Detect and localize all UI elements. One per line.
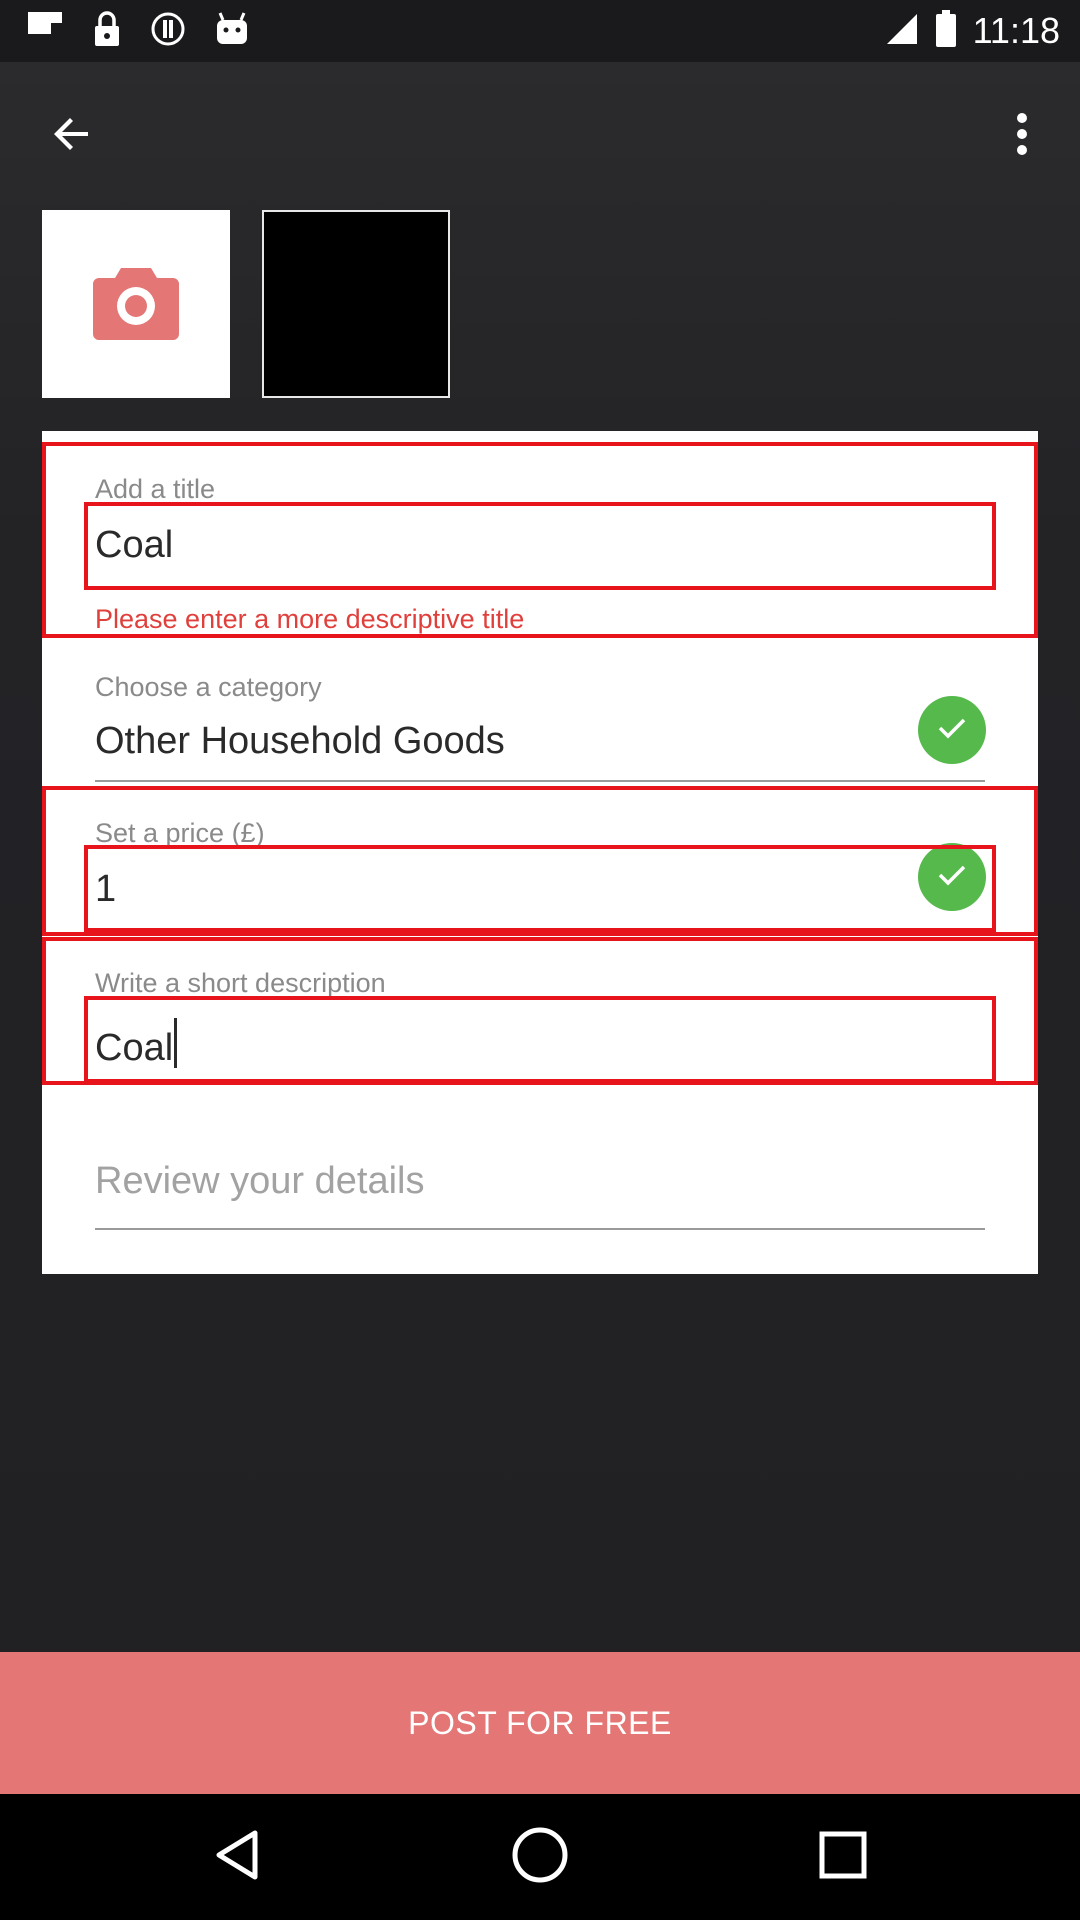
post-for-free-button[interactable]: POST FOR FREE xyxy=(0,1652,1080,1794)
listing-form-card xyxy=(42,431,1038,1274)
check-icon xyxy=(934,857,970,898)
back-triangle-icon xyxy=(211,1827,263,1888)
nav-home-button[interactable] xyxy=(507,1824,573,1890)
check-icon xyxy=(934,710,970,751)
description-label: Write a short description xyxy=(95,968,386,998)
battery-icon xyxy=(935,9,957,53)
title-label: Add a title xyxy=(95,474,216,504)
review-details-field[interactable]: Review your details xyxy=(95,1160,985,1232)
title-error-message: Please enter a more descriptive title xyxy=(95,604,525,634)
category-underline xyxy=(95,780,985,782)
flipboard-icon xyxy=(26,10,64,53)
review-underline xyxy=(95,1228,985,1230)
android-icon xyxy=(214,11,250,52)
status-icons-left xyxy=(26,10,250,52)
price-valid-indicator xyxy=(918,843,986,911)
arrow-left-icon xyxy=(48,110,96,163)
text-cursor xyxy=(174,1018,178,1068)
status-time: 11:18 xyxy=(972,10,1060,51)
category-select[interactable]: Other Household Goods xyxy=(95,720,505,763)
home-circle-icon xyxy=(510,1825,570,1890)
nav-back-button[interactable] xyxy=(204,1824,270,1890)
more-vert-icon xyxy=(1014,110,1030,163)
title-input[interactable]: Coal xyxy=(95,524,173,567)
info-icon xyxy=(150,11,186,52)
status-icons-right: 11:18 xyxy=(885,9,1060,53)
category-label: Choose a category xyxy=(95,672,322,702)
recents-square-icon xyxy=(817,1829,869,1886)
price-input[interactable]: 1 xyxy=(95,868,116,911)
photo-thumbnail[interactable] xyxy=(262,210,450,398)
signal-icon xyxy=(885,12,919,51)
more-options-button[interactable] xyxy=(1000,108,1044,164)
price-label: Set a price (£) xyxy=(95,818,265,848)
lock-icon xyxy=(92,10,122,53)
system-navigation-bar xyxy=(0,1794,1080,1920)
nav-recents-button[interactable] xyxy=(810,1824,876,1890)
camera-icon xyxy=(91,262,181,347)
category-valid-indicator xyxy=(918,696,986,764)
review-placeholder: Review your details xyxy=(95,1160,425,1202)
back-button[interactable] xyxy=(42,108,102,164)
add-photo-button[interactable] xyxy=(42,210,230,398)
description-value: Coal xyxy=(95,1027,174,1069)
status-bar: 11:18 xyxy=(0,0,1080,62)
description-input[interactable]: Coal xyxy=(95,1018,178,1070)
